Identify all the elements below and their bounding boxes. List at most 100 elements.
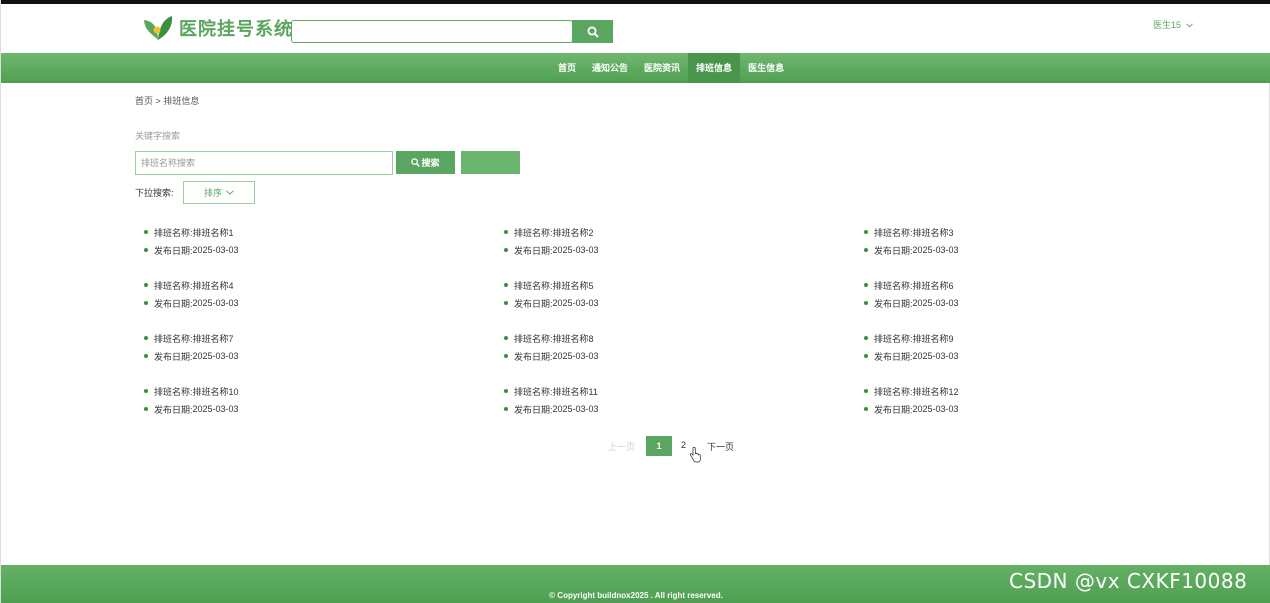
search-button[interactable]: 搜索	[396, 151, 455, 174]
bullet-dot-icon	[504, 336, 508, 340]
schedule-name-value: 排班名称12	[912, 386, 959, 397]
page-1-button[interactable]: 1	[646, 436, 672, 456]
nav-item-schedule[interactable]: 排班信息	[688, 53, 741, 83]
publish-date-label: 发布日期:	[874, 298, 913, 309]
publish-date-label: 发布日期:	[874, 245, 913, 256]
schedule-name-label: 排班名称:	[514, 386, 553, 397]
schedule-name-row: 排班名称: 排班名称11	[504, 382, 804, 400]
bullet-dot-icon	[144, 283, 148, 287]
schedule-name-label: 排班名称:	[154, 227, 193, 238]
publish-date-value: 2025-03-03	[912, 351, 959, 361]
main-nav: 首页 通知公告 医院资讯 排班信息 医生信息	[1, 53, 1270, 83]
bullet-dot-icon	[144, 301, 148, 305]
list-item[interactable]: 排班名称: 排班名称12 发布日期: 2025-03-03	[864, 382, 1164, 422]
publish-date-row: 发布日期: 2025-03-03	[504, 241, 804, 259]
bullet-dot-icon	[144, 389, 148, 393]
schedule-name-row: 排班名称: 排班名称4	[144, 276, 444, 294]
schedule-name-label: 排班名称:	[154, 333, 193, 344]
extra-action-button[interactable]	[461, 151, 520, 174]
publish-date-label: 发布日期:	[154, 404, 193, 415]
bullet-dot-icon	[864, 407, 868, 411]
prev-page-button[interactable]: 上一页	[608, 440, 635, 453]
schedule-name-label: 排班名称:	[514, 333, 553, 344]
publish-date-label: 发布日期:	[514, 298, 553, 309]
dropdown-search-label: 下拉搜索:	[135, 188, 174, 198]
publish-date-row: 发布日期: 2025-03-03	[864, 294, 1164, 312]
schedule-name-value: 排班名称5	[552, 280, 594, 291]
chevron-down-icon	[226, 190, 234, 195]
schedule-name-label: 排班名称:	[874, 227, 913, 238]
hand-pointer-cursor-icon	[689, 447, 701, 463]
keyword-search-label: 关键字搜索	[135, 131, 181, 141]
schedule-name-value: 排班名称9	[912, 333, 954, 344]
publish-date-value: 2025-03-03	[552, 351, 599, 361]
list-item[interactable]: 排班名称: 排班名称7 发布日期: 2025-03-03	[144, 329, 444, 369]
page: 医院挂号系统 医生15 首页 通知公告 医院资讯 排班信息 医生信息 首页 > …	[0, 0, 1270, 603]
schedule-name-label: 排班名称:	[514, 280, 553, 291]
publish-date-label: 发布日期:	[154, 351, 193, 362]
publish-date-row: 发布日期: 2025-03-03	[864, 347, 1164, 365]
bullet-dot-icon	[504, 407, 508, 411]
schedule-name-label: 排班名称:	[874, 280, 913, 291]
nav-item-notices[interactable]: 通知公告	[584, 53, 636, 83]
publish-date-row: 发布日期: 2025-03-03	[144, 347, 444, 365]
list-item[interactable]: 排班名称: 排班名称4 发布日期: 2025-03-03	[144, 276, 444, 316]
bullet-dot-icon	[504, 283, 508, 287]
bullet-dot-icon	[144, 336, 148, 340]
header-search-button[interactable]	[572, 20, 613, 43]
schedule-name-value: 排班名称8	[552, 333, 594, 344]
schedule-name-search-input[interactable]	[135, 151, 393, 175]
publish-date-value: 2025-03-03	[192, 404, 239, 414]
publish-date-row: 发布日期: 2025-03-03	[144, 294, 444, 312]
publish-date-label: 发布日期:	[874, 351, 913, 362]
schedule-name-row: 排班名称: 排班名称3	[864, 223, 1164, 241]
leaf-logo-icon	[144, 16, 173, 40]
search-icon	[411, 158, 421, 167]
schedule-name-value: 排班名称2	[552, 227, 594, 238]
breadcrumb-separator: >	[155, 96, 161, 106]
schedule-name-row: 排班名称: 排班名称8	[504, 329, 804, 347]
publish-date-row: 发布日期: 2025-03-03	[144, 400, 444, 418]
chevron-down-icon	[1185, 23, 1193, 28]
logo[interactable]: 医院挂号系统	[143, 14, 293, 42]
bullet-dot-icon	[144, 407, 148, 411]
nav-item-news[interactable]: 医院资讯	[636, 53, 688, 83]
bullet-dot-icon	[864, 354, 868, 358]
bullet-dot-icon	[504, 354, 508, 358]
list-item[interactable]: 排班名称: 排班名称10 发布日期: 2025-03-03	[144, 382, 444, 422]
bullet-dot-icon	[864, 283, 868, 287]
breadcrumb-current: 排班信息	[163, 96, 200, 106]
schedule-name-value: 排班名称3	[912, 227, 954, 238]
nav-item-home[interactable]: 首页	[550, 53, 584, 83]
list-item[interactable]: 排班名称: 排班名称6 发布日期: 2025-03-03	[864, 276, 1164, 316]
bullet-dot-icon	[504, 301, 508, 305]
user-menu[interactable]: 医生15	[1153, 18, 1193, 31]
bullet-dot-icon	[504, 230, 508, 234]
list-item[interactable]: 排班名称: 排班名称11 发布日期: 2025-03-03	[504, 382, 804, 422]
publish-date-value: 2025-03-03	[552, 245, 599, 255]
search-icon	[587, 26, 599, 38]
nav-item-doctors[interactable]: 医生信息	[740, 53, 792, 83]
schedule-name-row: 排班名称: 排班名称7	[144, 329, 444, 347]
schedule-name-row: 排班名称: 排班名称6	[864, 276, 1164, 294]
bullet-dot-icon	[864, 389, 868, 393]
breadcrumb-home[interactable]: 首页	[135, 96, 153, 106]
bullet-dot-icon	[504, 248, 508, 252]
publish-date-row: 发布日期: 2025-03-03	[864, 241, 1164, 259]
next-page-button[interactable]: 下一页	[707, 440, 734, 453]
schedule-name-label: 排班名称:	[514, 227, 553, 238]
sort-select[interactable]: 排序	[183, 181, 255, 204]
schedule-name-value: 排班名称10	[192, 386, 239, 397]
list-item[interactable]: 排班名称: 排班名称1 发布日期: 2025-03-03	[144, 223, 444, 263]
schedule-name-row: 排班名称: 排班名称10	[144, 382, 444, 400]
page-2-button[interactable]: 2	[681, 440, 686, 450]
list-item[interactable]: 排班名称: 排班名称2 发布日期: 2025-03-03	[504, 223, 804, 263]
bullet-dot-icon	[144, 248, 148, 252]
header-search-input[interactable]	[291, 20, 573, 43]
list-item[interactable]: 排班名称: 排班名称8 发布日期: 2025-03-03	[504, 329, 804, 369]
list-item[interactable]: 排班名称: 排班名称3 发布日期: 2025-03-03	[864, 223, 1164, 263]
list-item[interactable]: 排班名称: 排班名称9 发布日期: 2025-03-03	[864, 329, 1164, 369]
schedule-name-row: 排班名称: 排班名称2	[504, 223, 804, 241]
site-header: 医院挂号系统 医生15	[1, 4, 1270, 53]
list-item[interactable]: 排班名称: 排班名称5 发布日期: 2025-03-03	[504, 276, 804, 316]
